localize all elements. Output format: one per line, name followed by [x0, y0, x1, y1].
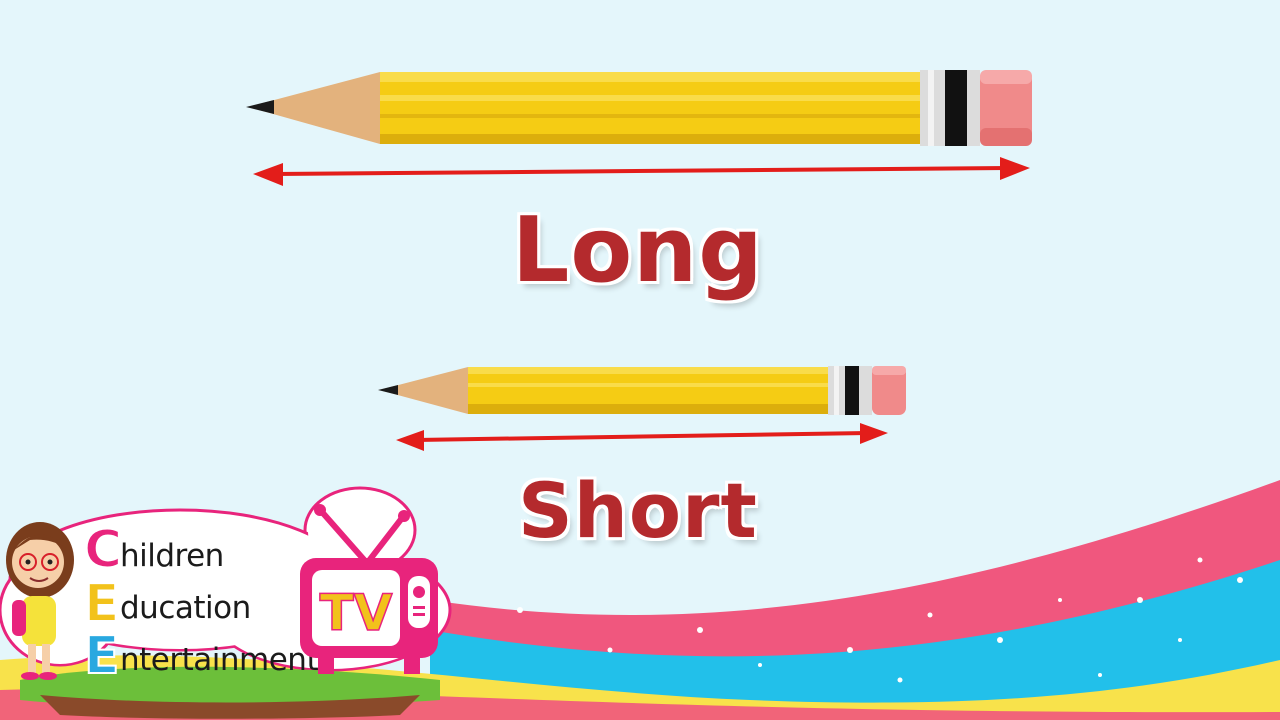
tv-logo-icon: TV: [300, 504, 438, 674]
tv-logo-text: TV: [320, 584, 393, 642]
